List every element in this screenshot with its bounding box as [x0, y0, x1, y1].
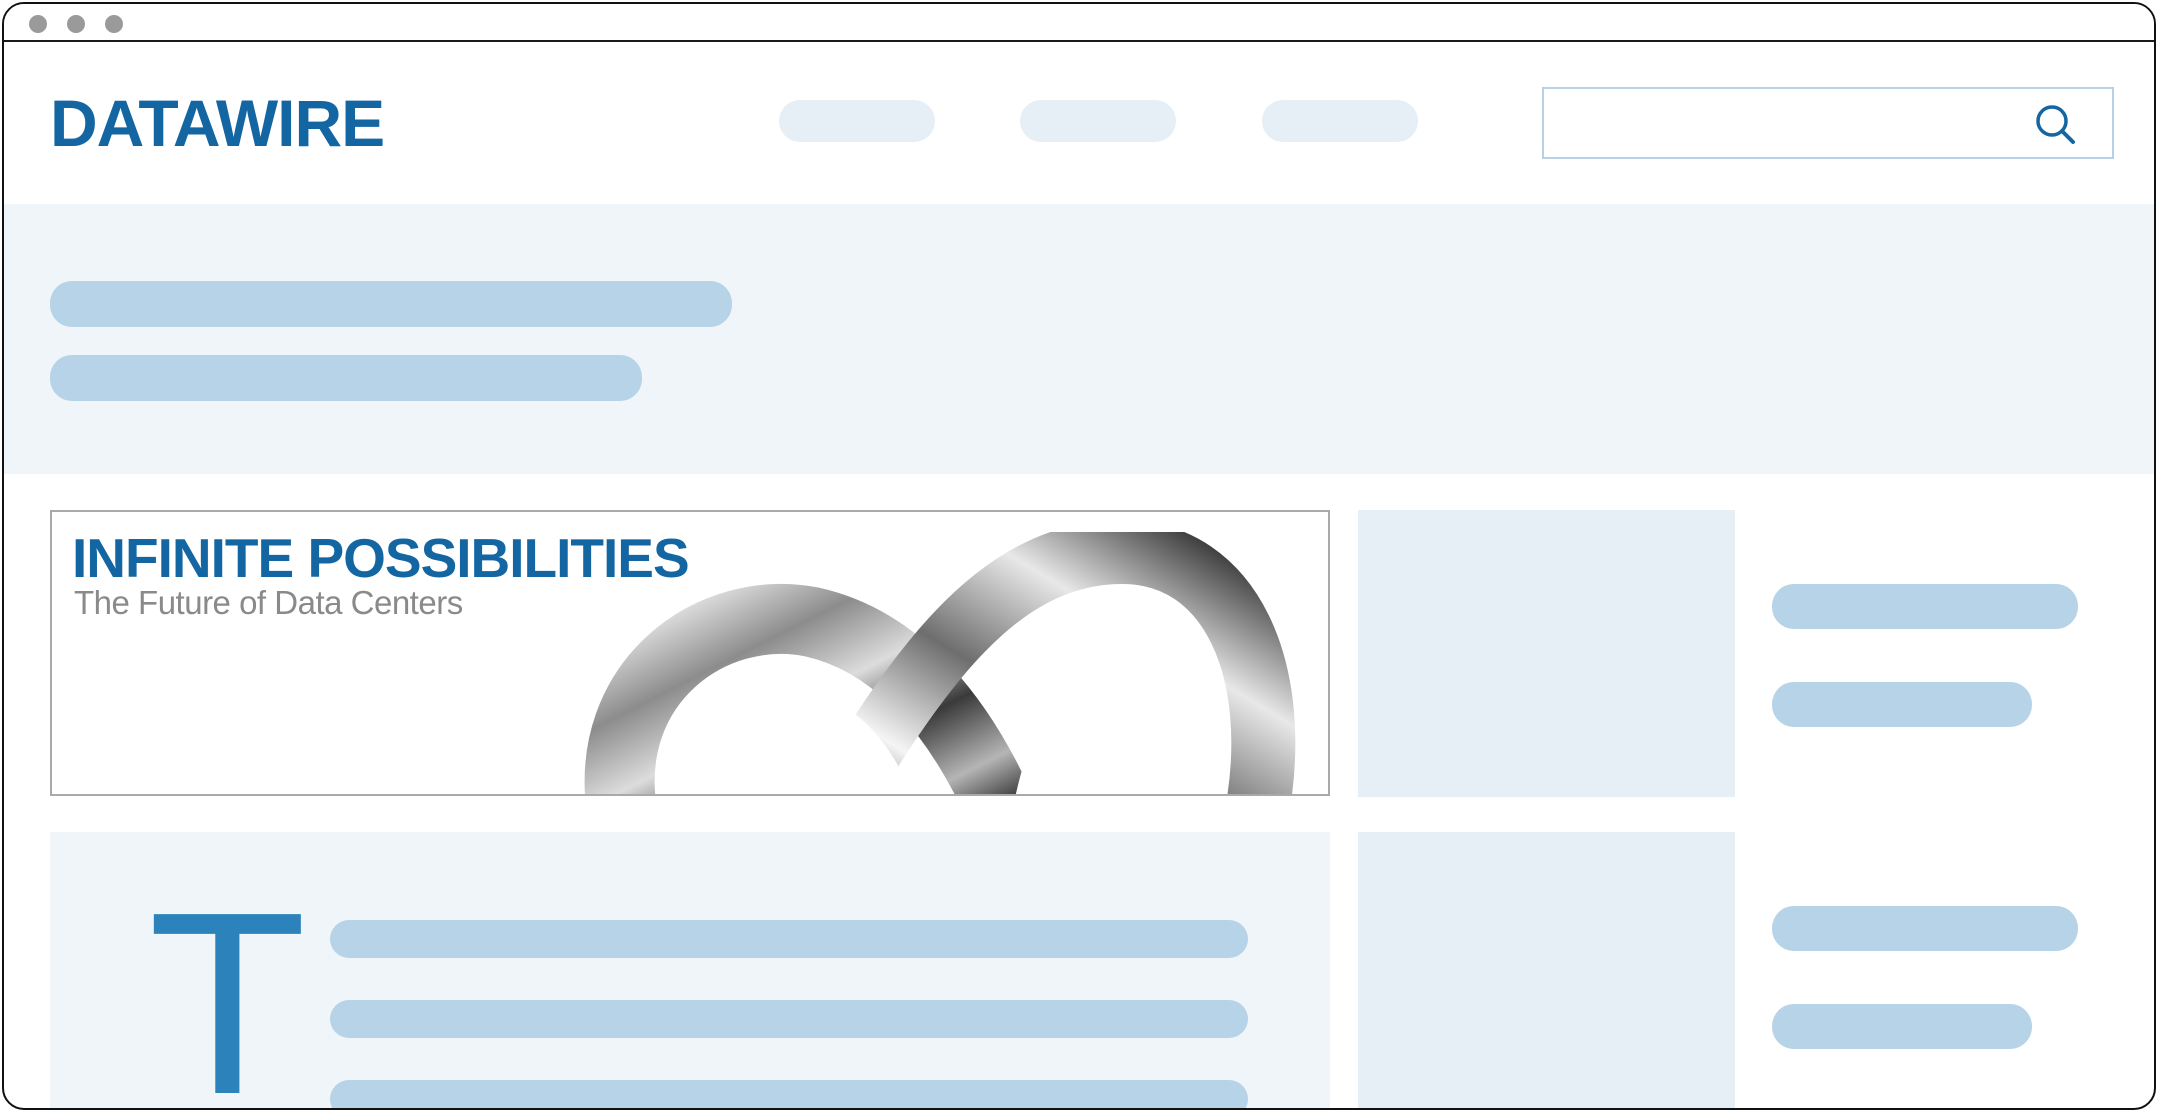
nav-link-1[interactable] — [779, 100, 935, 142]
title-bar — [4, 4, 2154, 42]
window-close-dot[interactable] — [29, 15, 47, 33]
infinity-symbol-image — [584, 532, 1296, 794]
search-box — [1542, 87, 2114, 159]
search-icon[interactable] — [2030, 100, 2080, 150]
article-dropcap: T — [148, 859, 307, 1110]
browser-window: DATAWIRE INFINITE POSSIBILITIES The Futu… — [2, 2, 2156, 1110]
site-logo[interactable]: DATAWIRE — [50, 90, 400, 156]
sidebar-text-placeholder — [1772, 584, 2078, 629]
search-input[interactable] — [1544, 89, 2024, 157]
sidebar-text-placeholder — [1772, 682, 2032, 727]
sidebar-text-placeholder — [1772, 1004, 2032, 1049]
nav-link-2[interactable] — [1020, 100, 1176, 142]
window-maximize-dot[interactable] — [105, 15, 123, 33]
article-text-placeholder — [330, 1000, 1248, 1038]
nav-link-3[interactable] — [1262, 100, 1418, 142]
window-minimize-dot[interactable] — [67, 15, 85, 33]
hero-heading-placeholder — [50, 281, 732, 327]
hero-section — [4, 204, 2154, 474]
banner-subtitle: The Future of Data Centers — [74, 584, 463, 621]
article-text-placeholder — [330, 920, 1248, 958]
article-card[interactable]: T — [50, 832, 1330, 1110]
sidebar-thumbnail-2[interactable] — [1358, 832, 1735, 1108]
hero-subheading-placeholder — [50, 355, 642, 401]
article-text-placeholder — [330, 1080, 1248, 1108]
banner-ad[interactable]: INFINITE POSSIBILITIES The Future of Dat… — [50, 510, 1330, 796]
sidebar-thumbnail-1[interactable] — [1358, 510, 1735, 797]
sidebar-text-placeholder — [1772, 906, 2078, 951]
